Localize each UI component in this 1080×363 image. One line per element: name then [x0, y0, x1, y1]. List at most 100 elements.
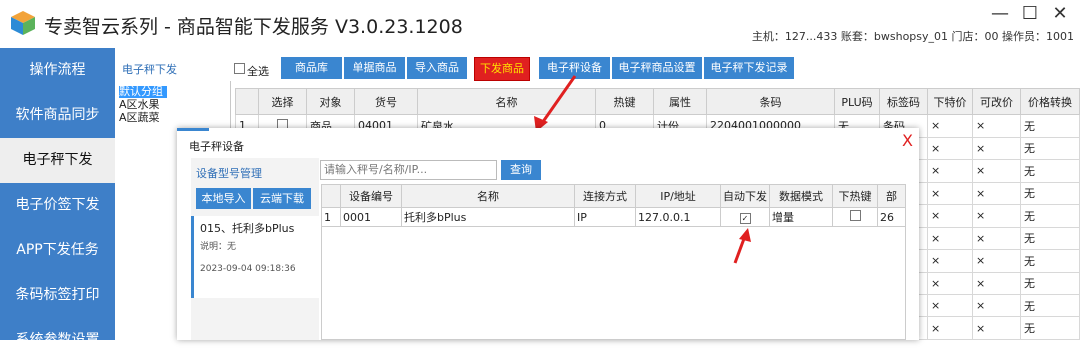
query-button[interactable]: 查询 [501, 160, 541, 180]
device-grid-empty-area [321, 225, 906, 340]
col-select: 选择 [258, 87, 307, 116]
col-name: 名称 [417, 87, 596, 116]
doc-products-button[interactable]: 单据商品 [344, 57, 405, 79]
row-changeable: × [972, 204, 1021, 228]
row-changeable: × [972, 181, 1021, 206]
dialog-accent-bar [177, 128, 209, 131]
user-info: 主机：127...433 账套：bwshopsy_01 门店：00 操作员：10… [751, 30, 1074, 43]
row-convert: 无 [1020, 181, 1080, 206]
dispatch-records-button[interactable]: 电子秤下发记录 [704, 57, 794, 79]
row-changeable: × [972, 159, 1021, 183]
dialog-title: 电子秤设备 [189, 140, 244, 153]
tree-item-default[interactable]: 默认分组 [119, 86, 167, 98]
maximize-button[interactable]: ☐ [1015, 2, 1045, 26]
model-name: 015、托利多bPlus [200, 222, 295, 235]
dialog-close-button[interactable]: X [902, 131, 913, 150]
col-attr: 属性 [653, 87, 707, 116]
nav-item-workflow[interactable]: 操作流程 [0, 48, 115, 93]
dcol-hot: 下热键 [832, 184, 878, 208]
dcol-dept: 部 [877, 184, 906, 208]
tree-item-fruit[interactable]: A区水果 [119, 99, 160, 111]
row-special: × [927, 249, 973, 273]
cloud-download-button[interactable]: 云端下载 [253, 188, 311, 209]
app-logo-icon [11, 11, 35, 35]
row-special: × [927, 204, 973, 228]
model-panel-title: 设备型号管理 [196, 167, 262, 180]
device-hot-cell [832, 207, 878, 227]
select-all-checkbox[interactable] [234, 63, 245, 74]
nav-item-settings[interactable]: 系统参数设置 [0, 318, 115, 363]
device-dept: 26 [877, 207, 906, 227]
row-convert: 无 [1020, 226, 1080, 251]
row-special: × [927, 226, 973, 251]
dcol-conn: 连接方式 [574, 184, 636, 208]
dcol-auto: 自动下发 [720, 184, 770, 208]
hotkey-checkbox[interactable] [849, 210, 861, 221]
row-special: × [927, 271, 973, 295]
row-convert: 无 [1020, 316, 1080, 340]
nav-item-label-print[interactable]: 条码标签打印 [0, 273, 115, 318]
row-special: × [927, 316, 973, 340]
col-object: 对象 [306, 87, 355, 116]
nav-item-product-sync[interactable]: 软件商品同步 [0, 93, 115, 138]
nav-item-scale-dispatch[interactable]: 电子秤下发 [0, 138, 115, 183]
product-library-button[interactable]: 商品库 [281, 57, 342, 79]
nav-item-app-task[interactable]: APP下发任务 [0, 228, 115, 273]
row-changeable: × [972, 293, 1021, 318]
dcol-id: 设备编号 [340, 184, 402, 208]
model-management-panel: 设备型号管理 本地导入 云端下载 015、托利多bPlus 说明：无 2023-… [191, 158, 319, 340]
device-header-row: 设备编号 名称 连接方式 IP/地址 自动下发 数据模式 下热键 部 [321, 184, 906, 208]
row-convert: 无 [1020, 204, 1080, 228]
device-num: 1 [321, 207, 341, 227]
device-id: 0001 [340, 207, 402, 227]
row-convert: 无 [1020, 293, 1080, 318]
section-title: 电子秤下发 [122, 63, 177, 76]
minimize-button[interactable]: — [985, 2, 1015, 26]
device-auto-cell: ✓ [720, 207, 770, 227]
dispatch-products-button[interactable]: 下发商品 [474, 57, 530, 81]
device-ip: 127.0.0.1 [635, 207, 721, 227]
row-special: × [927, 159, 973, 183]
model-time: 2023-09-04 09:18:36 [200, 264, 296, 274]
col-label: 标签码 [879, 87, 928, 116]
col-hotkey: 热键 [595, 87, 654, 116]
row-changeable: × [972, 271, 1021, 295]
row-convert: 无 [1020, 136, 1080, 161]
row-convert: 无 [1020, 159, 1080, 183]
close-window-button[interactable]: ✕ [1045, 2, 1075, 26]
col-changeable: 可改价 [972, 87, 1021, 116]
row-changeable: × [972, 114, 1021, 138]
device-grid: 设备编号 名称 连接方式 IP/地址 自动下发 数据模式 下热键 部 1 000… [321, 184, 906, 227]
dcol-mode: 数据模式 [769, 184, 833, 208]
model-card[interactable]: 015、托利多bPlus 说明：无 2023-09-04 09:18:36 [191, 216, 319, 298]
local-import-button[interactable]: 本地导入 [196, 188, 251, 209]
tree-item-veg[interactable]: A区蔬菜 [119, 112, 160, 124]
row-special: × [927, 293, 973, 318]
row-convert: 无 [1020, 114, 1080, 138]
col-convert: 价格转换 [1020, 87, 1080, 116]
dcol-num [321, 184, 341, 208]
col-code: 货号 [354, 87, 418, 116]
table-row[interactable]: 1 0001 托利多bPlus IP 127.0.0.1 ✓ 增量 26 [321, 207, 906, 227]
device-conn: IP [574, 207, 636, 227]
app-title: 专卖智云系列 - 商品智能下发服务 V3.0.23.1208 [44, 16, 463, 38]
col-special: 下特价 [927, 87, 973, 116]
row-special: × [927, 136, 973, 161]
row-changeable: × [972, 316, 1021, 340]
device-name: 托利多bPlus [401, 207, 575, 227]
device-search-input[interactable]: 请输入秤号/名称/IP... [320, 160, 497, 180]
scale-devices-button[interactable]: 电子秤设备 [539, 57, 610, 79]
device-mode: 增量 [769, 207, 833, 227]
import-products-button[interactable]: 导入商品 [407, 57, 467, 79]
scale-product-settings-button[interactable]: 电子秤商品设置 [612, 57, 702, 79]
nav-item-price-tag[interactable]: 电子价签下发 [0, 183, 115, 228]
col-plu: PLU码 [834, 87, 880, 116]
row-convert: 无 [1020, 271, 1080, 295]
row-special: × [927, 181, 973, 206]
row-changeable: × [972, 249, 1021, 273]
dcol-name: 名称 [401, 184, 575, 208]
select-all-label: 全选 [247, 65, 269, 78]
auto-dispatch-checkbox[interactable]: ✓ [739, 212, 751, 224]
model-note: 说明：无 [200, 242, 237, 252]
row-special: × [927, 114, 973, 138]
